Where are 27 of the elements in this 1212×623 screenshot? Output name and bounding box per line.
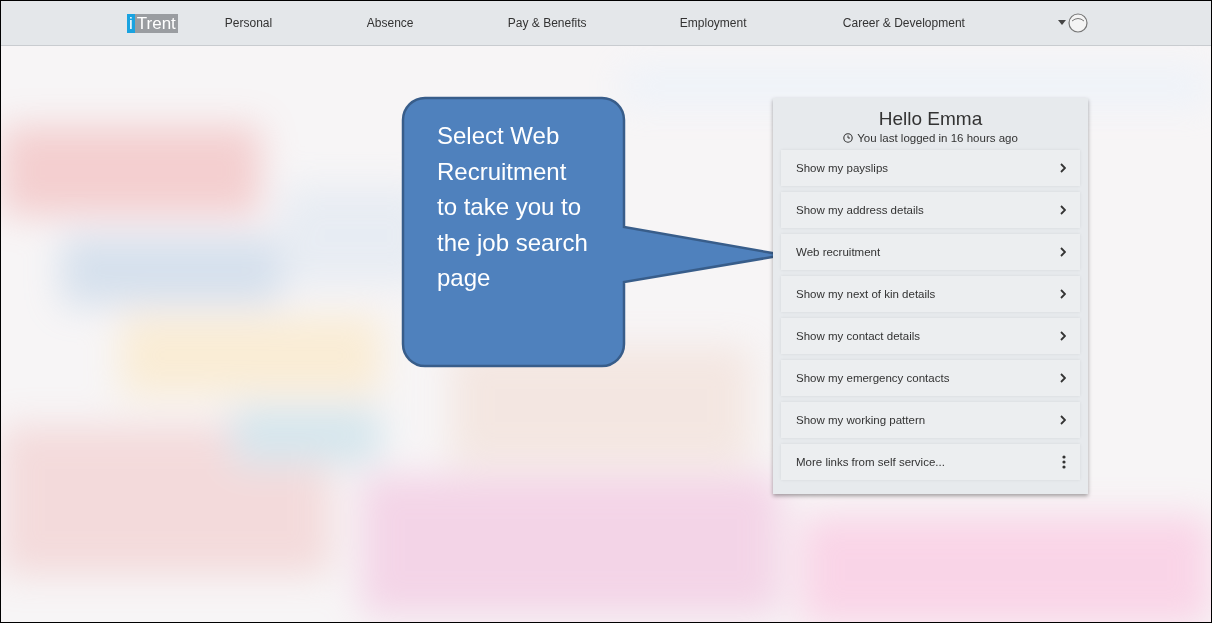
link-row[interactable]: Show my address details <box>781 192 1080 228</box>
chevron-right-icon <box>1060 289 1066 299</box>
greeting: Hello Emma <box>877 108 984 130</box>
chevron-right-icon <box>1060 373 1066 383</box>
callout-text: Select Web Recruitment to take you to the job search page <box>437 121 589 293</box>
nav-link[interactable]: Pay & Benefits <box>507 12 587 34</box>
link-row[interactable]: Show my contact details <box>781 318 1080 354</box>
nav-link[interactable]: Employment <box>679 12 747 34</box>
chevron-right-icon <box>1060 331 1066 341</box>
chevron-right-icon <box>1060 205 1066 215</box>
chevron-right-icon <box>1060 415 1066 425</box>
clock-icon <box>843 133 854 143</box>
link-row[interactable]: Show my next of kin details <box>781 276 1080 312</box>
nav-link[interactable]: Personal <box>224 12 273 34</box>
nav-link[interactable]: Career & Development <box>842 12 965 34</box>
chevron-right-icon <box>1060 163 1066 173</box>
link-row[interactable]: Show my working pattern <box>781 402 1080 438</box>
link-row[interactable]: Show my emergency contacts <box>781 360 1080 396</box>
last-login-text: You last logged in 16 hours ago <box>857 132 1018 144</box>
more-icon <box>1062 455 1066 469</box>
link-row[interactable]: Web recruitment <box>781 234 1080 270</box>
nav-link[interactable]: Absence <box>366 12 414 34</box>
link-row[interactable]: More links from self service... <box>781 444 1080 480</box>
chevron-right-icon <box>1060 247 1066 257</box>
caret-icon[interactable] <box>1057 20 1066 26</box>
link-row[interactable]: Show my payslips <box>781 150 1080 186</box>
avatar-icon[interactable] <box>1067 13 1088 33</box>
